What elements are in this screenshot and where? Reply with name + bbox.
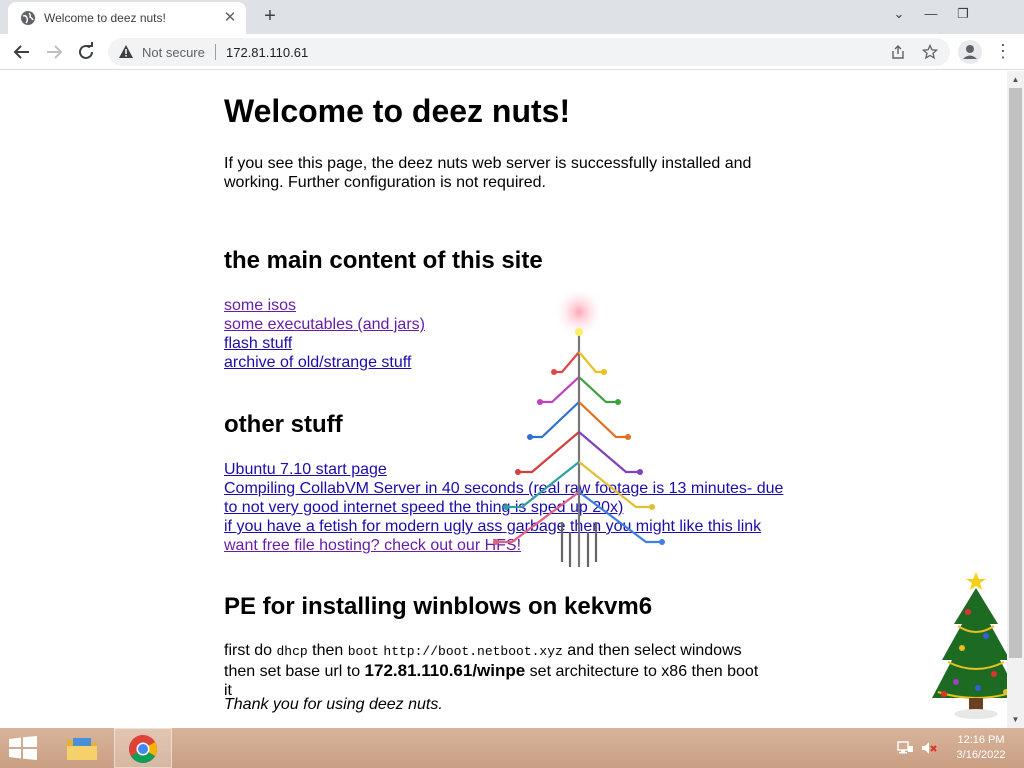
windows-taskbar: 12:16 PM 3/16/2022 <box>0 728 1024 768</box>
globe-icon <box>21 11 35 25</box>
link-archive[interactable]: archive of old/strange stuff <box>224 353 784 372</box>
tab-strip: Welcome to deez nuts! ✕ + ⌄ — ❐ <box>0 0 1024 34</box>
other-stuff-links: Ubuntu 7.10 start page Compiling CollabV… <box>224 460 784 555</box>
chevron-down-icon[interactable]: ⌄ <box>886 4 912 24</box>
reload-icon[interactable] <box>74 40 98 64</box>
link-file-hosting[interactable]: want free file hosting? check out our HF… <box>224 536 784 555</box>
chrome-icon <box>129 735 157 763</box>
pe-code-boot: boot <box>347 644 379 659</box>
link-some-isos[interactable]: some isos <box>224 296 784 315</box>
link-compiling-collabvm[interactable]: Compiling CollabVM Server in 40 seconds … <box>224 479 784 517</box>
section-heading-pe: PE for installing winblows on kekvm6 <box>224 593 653 620</box>
back-arrow-icon[interactable] <box>10 40 34 64</box>
plus-icon[interactable]: + <box>258 5 282 29</box>
warning-icon[interactable] <box>118 44 134 60</box>
network-icon[interactable] <box>896 740 914 756</box>
intro-paragraph: If you see this page, the deez nuts web … <box>224 155 752 191</box>
omnibox-divider <box>215 44 216 60</box>
pe-base-url: 172.81.110.61/winpe <box>364 661 526 680</box>
forward-arrow-icon[interactable] <box>42 40 66 64</box>
kebab-menu-icon[interactable]: ⋮ <box>994 40 1012 64</box>
star-icon[interactable] <box>922 44 938 60</box>
pe-text-1: first do <box>224 642 273 659</box>
url-text[interactable]: 172.81.110.61 <box>226 45 308 60</box>
scroll-up-arrow-icon[interactable]: ▲ <box>1007 71 1024 88</box>
pe-code-netboot-url: http://boot.netboot.xyz <box>383 644 563 659</box>
profile-icon[interactable] <box>958 40 982 64</box>
taskbar-file-explorer[interactable] <box>53 728 111 768</box>
vertical-scrollbar[interactable]: ▲ ▼ <box>1007 71 1024 728</box>
decorated-christmas-tree-image <box>932 572 1007 719</box>
browser-tab-active[interactable]: Welcome to deez nuts! ✕ <box>8 2 246 34</box>
section-heading-other-stuff: other stuff <box>224 411 343 438</box>
link-ubuntu-start-page[interactable]: Ubuntu 7.10 start page <box>224 460 784 479</box>
scroll-down-arrow-icon[interactable]: ▼ <box>1007 711 1024 728</box>
minimize-icon[interactable]: — <box>918 4 944 24</box>
browser-toolbar: Not secure 172.81.110.61 ⋮ <box>0 34 1024 70</box>
page-viewport: Welcome to deez nuts! If you see this pa… <box>0 71 1007 728</box>
page-title: Welcome to deez nuts! <box>224 93 571 129</box>
link-executables[interactable]: some executables (and jars) <box>224 315 784 334</box>
thanks-footer: Thank you for using deez nuts. <box>224 696 443 713</box>
main-content-links: some isos some executables (and jars) fl… <box>224 296 784 372</box>
pe-text-2: then <box>312 642 344 659</box>
scroll-thumb[interactable] <box>1009 88 1022 658</box>
restore-icon[interactable]: ❐ <box>950 4 976 24</box>
clock-time: 12:16 PM <box>957 734 1005 746</box>
share-icon[interactable] <box>890 44 906 60</box>
folder-icon <box>67 738 97 760</box>
taskbar-clock[interactable]: 12:16 PM 3/16/2022 <box>946 733 1016 763</box>
link-modern-ugly[interactable]: if you have a fetish for modern ugly ass… <box>224 517 784 536</box>
tab-title: Welcome to deez nuts! <box>44 11 166 25</box>
section-heading-main-content: the main content of this site <box>224 247 543 274</box>
windows-logo-icon[interactable] <box>8 736 38 760</box>
pe-code-dhcp: dhcp <box>276 644 308 659</box>
address-bar[interactable]: Not secure 172.81.110.61 <box>108 38 950 66</box>
close-icon[interactable]: ✕ <box>222 10 238 26</box>
clock-date: 3/16/2022 <box>956 749 1006 761</box>
security-label[interactable]: Not secure <box>142 45 205 60</box>
taskbar-chrome[interactable] <box>114 728 172 768</box>
pe-instructions: first do dhcp then boot http://boot.netb… <box>224 641 769 700</box>
muted-speaker-icon[interactable] <box>920 740 938 756</box>
link-flash-stuff[interactable]: flash stuff <box>224 334 784 353</box>
